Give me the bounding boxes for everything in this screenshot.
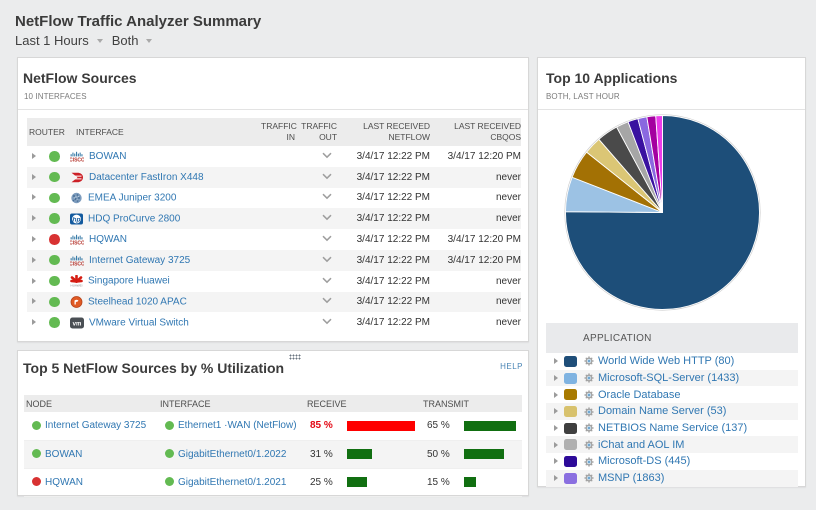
svg-text:CISCO: CISCO bbox=[70, 261, 84, 266]
svg-text:HUAWEI: HUAWEI bbox=[71, 284, 83, 288]
svg-text:CISCO: CISCO bbox=[70, 157, 84, 162]
svg-text:hp: hp bbox=[73, 216, 81, 223]
svg-text:CISCO: CISCO bbox=[70, 240, 84, 245]
svg-text:vm: vm bbox=[73, 321, 82, 327]
